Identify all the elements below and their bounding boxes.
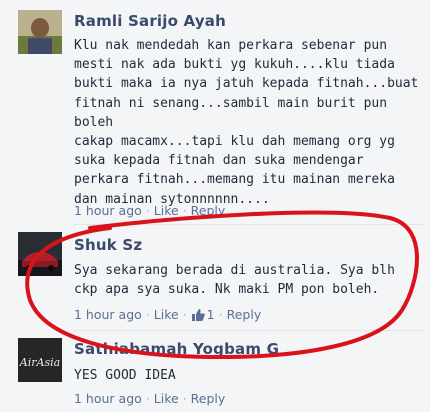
like-count[interactable]: 1 <box>207 307 215 322</box>
reply-link[interactable]: Reply <box>191 203 226 218</box>
separator-dot: · <box>145 391 150 406</box>
comment-meta: 1 hour ago · Like · Reply <box>74 203 225 218</box>
timestamp-link[interactable]: 1 hour ago <box>74 391 142 406</box>
airasia-logo: AirAsia <box>19 356 60 369</box>
like-link[interactable]: Like <box>154 203 179 218</box>
thumbs-up-icon[interactable] <box>191 308 205 324</box>
reply-link[interactable]: Reply <box>191 391 226 406</box>
reply-link[interactable]: Reply <box>227 307 262 322</box>
like-link[interactable]: Like <box>154 391 179 406</box>
timestamp-link[interactable]: 1 hour ago <box>74 307 142 322</box>
author-name[interactable]: Ramli Sarijo Ayah <box>74 12 226 30</box>
comment-meta: 1 hour ago · Like · Reply <box>74 391 225 406</box>
avatar-image: AirAsia <box>18 338 62 382</box>
comment-divider <box>74 224 424 225</box>
timestamp-link[interactable]: 1 hour ago <box>74 203 142 218</box>
like-link[interactable]: Like <box>154 307 179 322</box>
separator-dot: · <box>145 307 150 322</box>
comment-text: YES GOOD IDEA <box>74 368 176 383</box>
avatar-image <box>18 10 62 54</box>
separator-dot: · <box>218 307 223 322</box>
separator-dot: · <box>182 203 187 218</box>
comment-meta: 1 hour ago · Like · 1 · Reply <box>74 307 261 324</box>
avatar-image <box>18 232 62 276</box>
separator-dot: · <box>145 203 150 218</box>
avatar-shuk[interactable] <box>18 232 62 276</box>
avatar-ramli[interactable] <box>18 10 62 54</box>
separator-dot: · <box>182 307 187 322</box>
avatar-sathiabamah[interactable]: AirAsia <box>18 338 62 382</box>
separator-dot: · <box>182 391 187 406</box>
author-name[interactable]: Sathiabamah Yogbam G <box>74 340 279 358</box>
comment-divider <box>74 330 424 331</box>
comment-text: Sya sekarang berada di australia. Sya bl… <box>74 263 395 298</box>
author-name[interactable]: Shuk Sz <box>74 236 142 254</box>
comment-text: Klu nak mendedah kan perkara sebenar pun… <box>74 38 419 207</box>
